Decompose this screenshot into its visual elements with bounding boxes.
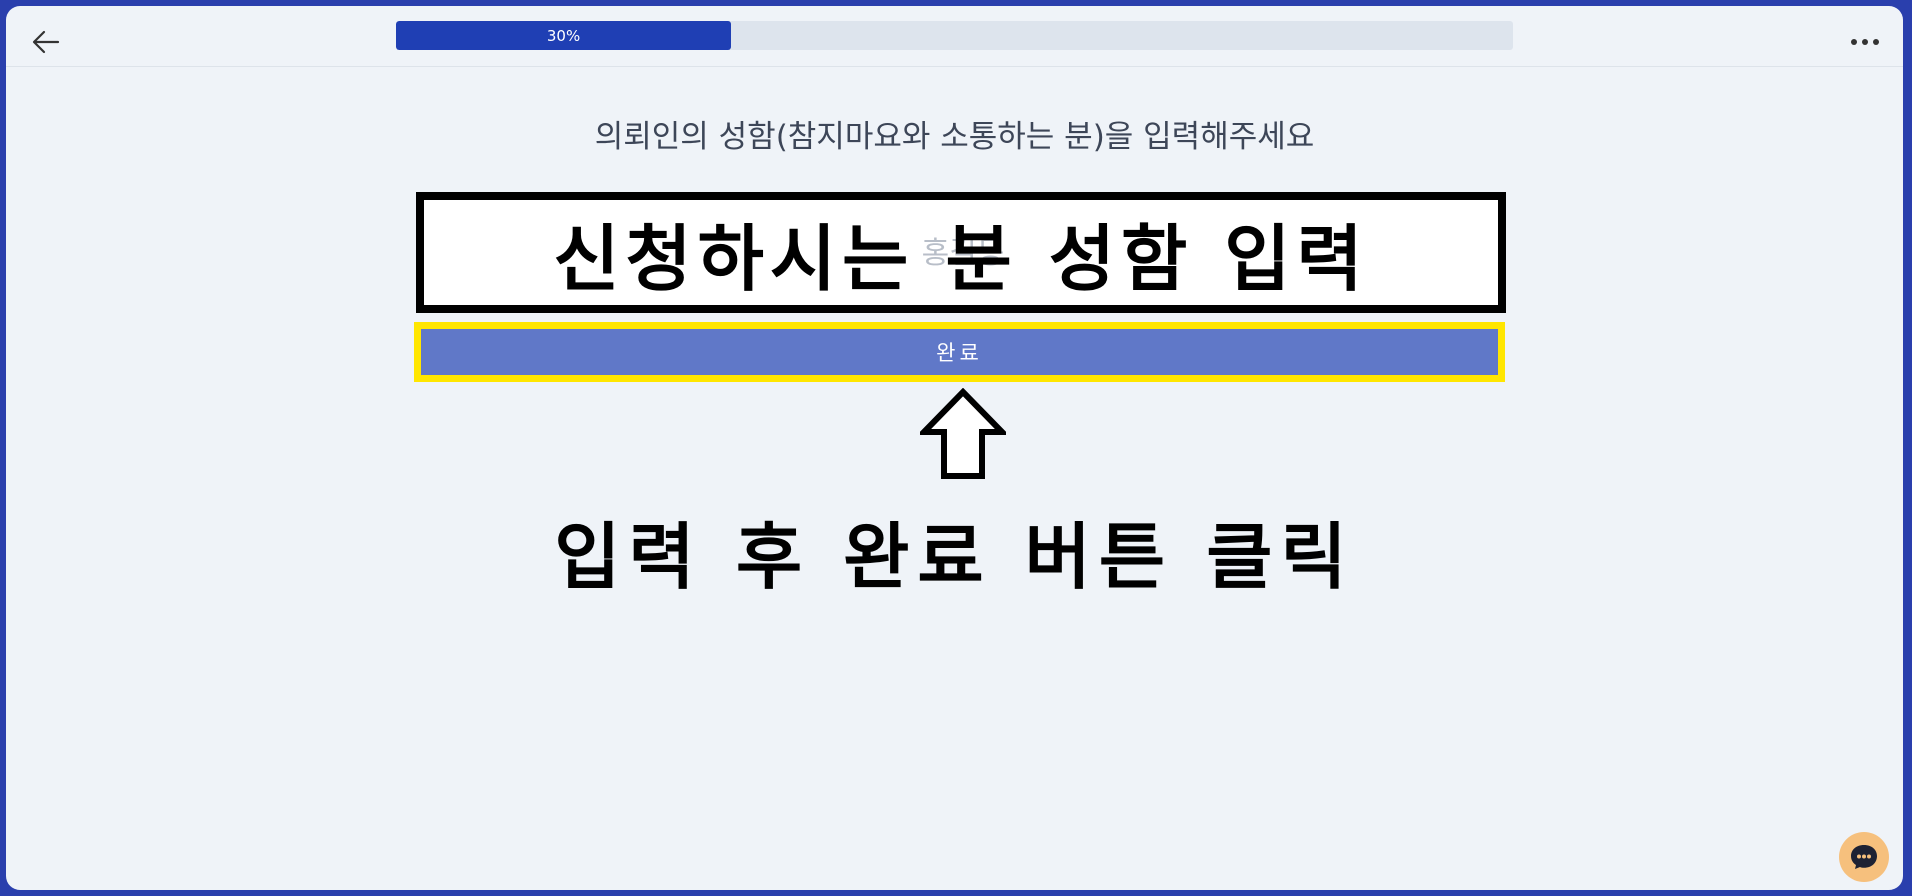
- name-input[interactable]: [424, 200, 1502, 307]
- up-arrow-icon: [920, 388, 1006, 479]
- chat-button[interactable]: [1839, 832, 1889, 882]
- chat-bubble-icon: [1851, 845, 1877, 869]
- submit-button[interactable]: 완료: [421, 329, 1498, 375]
- back-button[interactable]: [26, 22, 66, 62]
- instruction-text: 입력 후 완료 버튼 클릭: [554, 515, 1355, 599]
- progress-bar: 30%: [396, 21, 1513, 50]
- progress-label: 30%: [546, 26, 581, 45]
- more-horizontal-icon: [1851, 39, 1879, 45]
- app-window: 30% 의뢰인의 성함(참지마요와 소통하는 분)을 입력해주세요 신청하시는 …: [6, 6, 1903, 890]
- name-input-box[interactable]: 신청하시는 분 성함 입력: [416, 192, 1506, 313]
- progress-fill: 30%: [396, 21, 732, 50]
- arrow-left-icon: [32, 30, 60, 54]
- submit-highlight: 완료: [414, 322, 1505, 382]
- more-button[interactable]: [1845, 24, 1885, 60]
- top-bar: 30%: [6, 6, 1903, 67]
- question-text: 의뢰인의 성함(참지마요와 소통하는 분)을 입력해주세요: [594, 119, 1315, 155]
